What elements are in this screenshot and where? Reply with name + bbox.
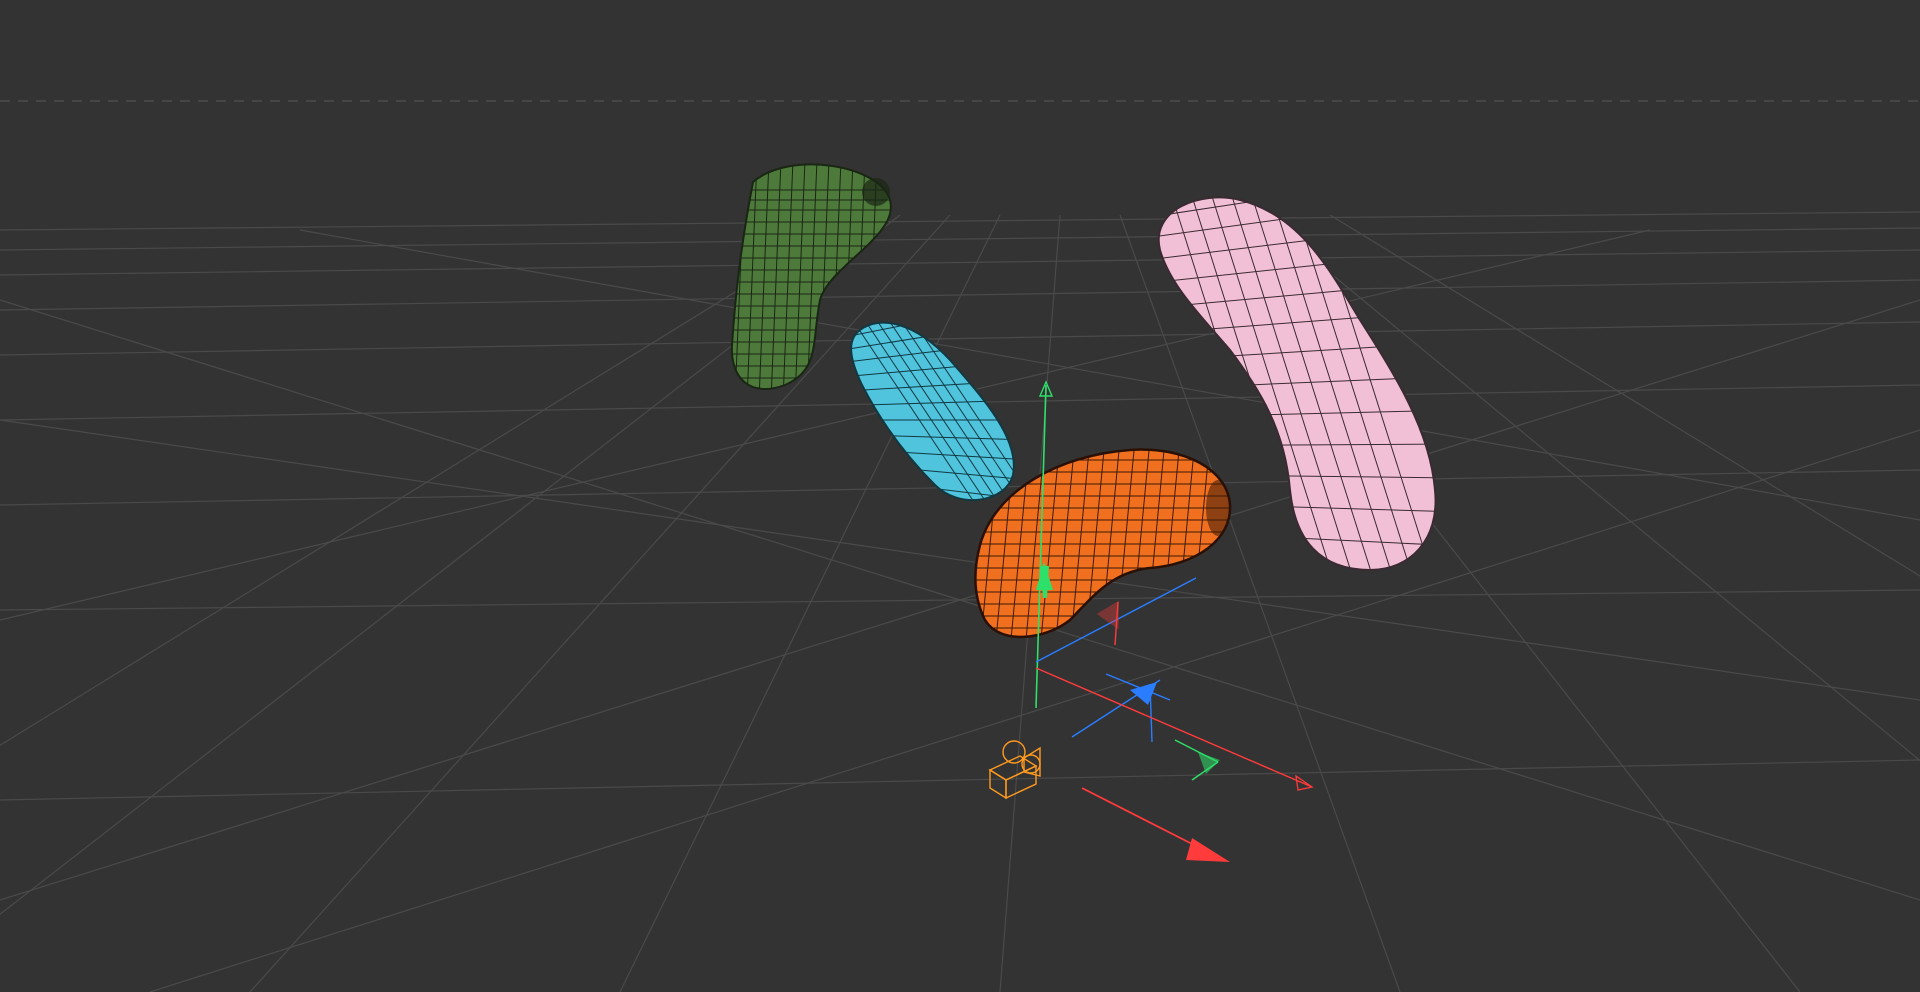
gizmo-x-arrow[interactable] [1186, 838, 1230, 862]
3d-viewport[interactable] [0, 0, 1920, 992]
scene-canvas[interactable] [0, 0, 1920, 992]
ground-grid [0, 211, 1920, 992]
camera-icon[interactable] [988, 740, 1041, 800]
gizmo-x-axis[interactable] [1035, 667, 1313, 788]
